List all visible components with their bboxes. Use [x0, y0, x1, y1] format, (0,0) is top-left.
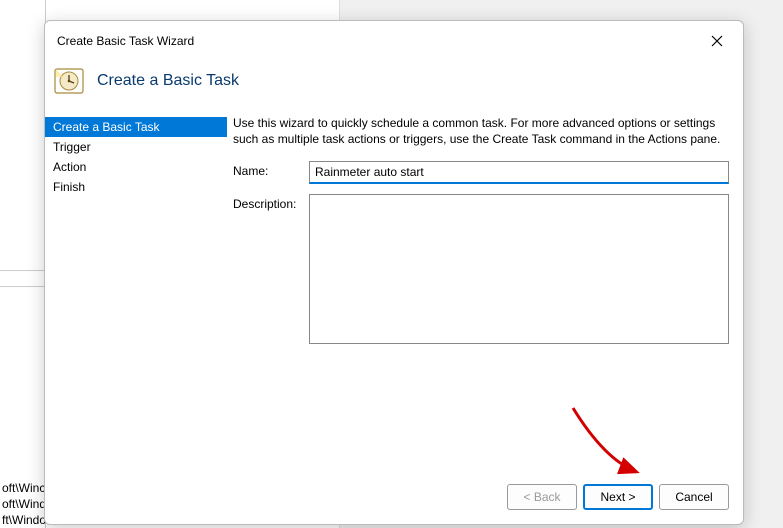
description-label: Description: — [233, 194, 305, 211]
bg-divider — [0, 270, 46, 271]
sidebar-item-trigger[interactable]: Trigger — [45, 137, 227, 157]
description-textarea[interactable] — [309, 194, 729, 344]
wizard-footer: < Back Next > Cancel — [45, 474, 743, 524]
back-button: < Back — [507, 484, 577, 510]
wizard-dialog: Create Basic Task Wizard Create a Basic … — [44, 20, 744, 525]
titlebar: Create Basic Task Wizard — [45, 21, 743, 57]
wizard-body: Create a Basic Task Trigger Action Finis… — [45, 115, 743, 474]
wizard-clock-icon — [53, 65, 85, 97]
description-row: Description: — [233, 194, 729, 344]
cancel-button[interactable]: Cancel — [659, 484, 729, 510]
wizard-header-title: Create a Basic Task — [97, 72, 239, 90]
next-button[interactable]: Next > — [583, 484, 653, 510]
name-input[interactable] — [309, 161, 729, 184]
close-icon — [711, 35, 723, 47]
wizard-content: Use this wizard to quickly schedule a co… — [227, 115, 729, 474]
dialog-title: Create Basic Task Wizard — [57, 34, 194, 48]
wizard-intro-text: Use this wizard to quickly schedule a co… — [233, 115, 729, 161]
name-row: Name: — [233, 161, 729, 184]
name-label: Name: — [233, 161, 305, 178]
wizard-header: Create a Basic Task — [45, 57, 743, 115]
wizard-sidebar: Create a Basic Task Trigger Action Finis… — [45, 115, 227, 474]
sidebar-item-action[interactable]: Action — [45, 157, 227, 177]
sidebar-item-finish[interactable]: Finish — [45, 177, 227, 197]
background-list — [0, 0, 46, 528]
close-button[interactable] — [703, 29, 731, 53]
bg-divider — [0, 286, 46, 287]
sidebar-item-create-basic-task[interactable]: Create a Basic Task — [45, 117, 227, 137]
